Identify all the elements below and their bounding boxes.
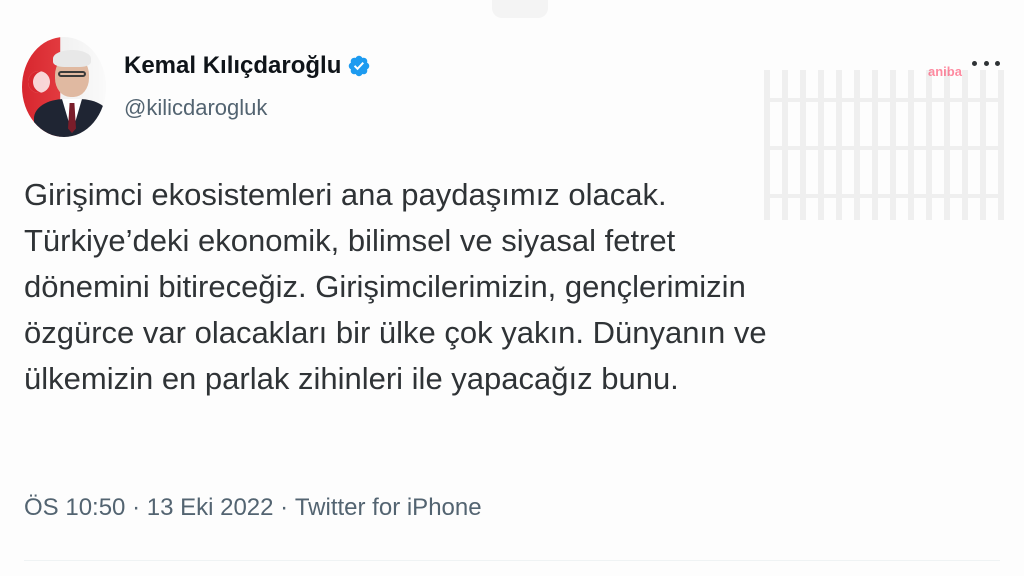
more-dot	[995, 60, 1000, 66]
avatar[interactable]	[22, 37, 106, 137]
flag-crescent	[28, 71, 50, 93]
more-dot	[972, 60, 977, 66]
tweet-meta: ÖS 10:50 · 13 Eki 2022 · Twitter for iPh…	[24, 494, 482, 522]
author-handle[interactable]: @kilicdarogluk	[124, 95, 267, 121]
tweet-text: Girişimci ekosistemleri ana paydaşımız o…	[24, 177, 767, 396]
top-artifact	[492, 0, 548, 18]
watermark-logo: aniba	[928, 64, 962, 79]
meta-separator: ·	[273, 494, 295, 521]
more-dot	[983, 60, 989, 66]
tweet-time[interactable]: ÖS 10:50	[24, 494, 125, 522]
more-options-icon[interactable]	[972, 56, 1000, 70]
author-name-row: Kemal Kılıçdaroğlu	[124, 52, 371, 80]
meta-separator: ·	[125, 494, 147, 521]
verified-badge-icon	[349, 55, 370, 77]
tweet-source[interactable]: Twitter for iPhone	[295, 494, 482, 522]
tweet-screenshot: Kemal Kılıçdaroğlu @kilicdarogluk aniba …	[0, 0, 1024, 576]
avatar-hair	[53, 50, 91, 67]
divider	[24, 560, 1000, 561]
tweet-date[interactable]: 13 Eki 2022	[147, 494, 274, 522]
avatar-glasses	[58, 71, 86, 77]
author-display-name[interactable]: Kemal Kılıçdaroğlu	[124, 52, 341, 80]
